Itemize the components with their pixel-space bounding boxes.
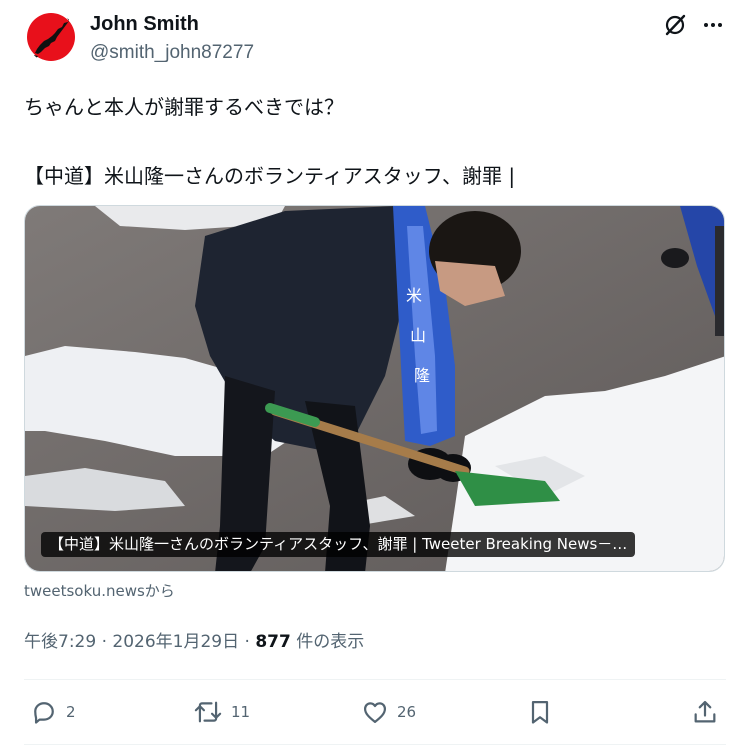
share-button[interactable] [691, 697, 719, 727]
retweet-button[interactable]: 11 [193, 697, 250, 727]
view-count: 877 [255, 632, 291, 652]
tweet-time[interactable]: 午後7:29 [24, 632, 96, 652]
tweet-meta: 午後7:29 · 2026年1月29日 · 877 件の表示 [24, 627, 364, 652]
tweet-date[interactable]: 2026年1月29日 [112, 632, 239, 652]
like-count: 26 [397, 703, 417, 721]
bookmark-icon [531, 700, 549, 724]
share-icon [694, 700, 716, 723]
meta-separator: · [96, 632, 113, 652]
svg-text:隆: 隆 [414, 366, 430, 385]
grok-icon[interactable] [662, 12, 688, 38]
like-button[interactable]: 26 [361, 697, 416, 727]
avatar[interactable] [26, 12, 76, 62]
more-icon[interactable] [700, 12, 726, 38]
heart-icon [363, 702, 387, 724]
user-handle[interactable]: @smith_john87277 [90, 42, 254, 64]
divider [24, 679, 726, 680]
retweet-icon [194, 701, 222, 723]
svg-text:米: 米 [406, 286, 422, 305]
link-card[interactable]: 米 山 隆 【中道】米山隆一さんのボランティアスタッフ、謝罪 | Tweeter… [24, 205, 725, 572]
card-source[interactable]: tweetsoku.newsから [24, 580, 175, 601]
view-label: 件の表示 [290, 632, 365, 652]
reply-button[interactable]: 2 [30, 697, 76, 727]
reply-icon [34, 702, 54, 724]
bookmark-button[interactable] [526, 697, 554, 727]
reply-count: 2 [66, 703, 76, 721]
retweet-count: 11 [231, 703, 251, 721]
tweet: John Smith @smith_john87277 ちゃんと本人が謝罪するべ… [0, 0, 746, 745]
display-name[interactable]: John Smith [90, 13, 199, 36]
meta-separator: · [239, 632, 256, 652]
tweet-text-line-2: 【中道】米山隆一さんのボランティアスタッフ、謝罪 | [24, 164, 516, 188]
svg-text:山: 山 [410, 326, 426, 345]
card-image: 米 山 隆 [25, 206, 724, 571]
tweet-text-line-1: ちゃんと本人が謝罪するべきでは？ [24, 95, 344, 119]
card-caption: 【中道】米山隆一さんのボランティアスタッフ、謝罪 | Tweeter Break… [41, 532, 636, 557]
